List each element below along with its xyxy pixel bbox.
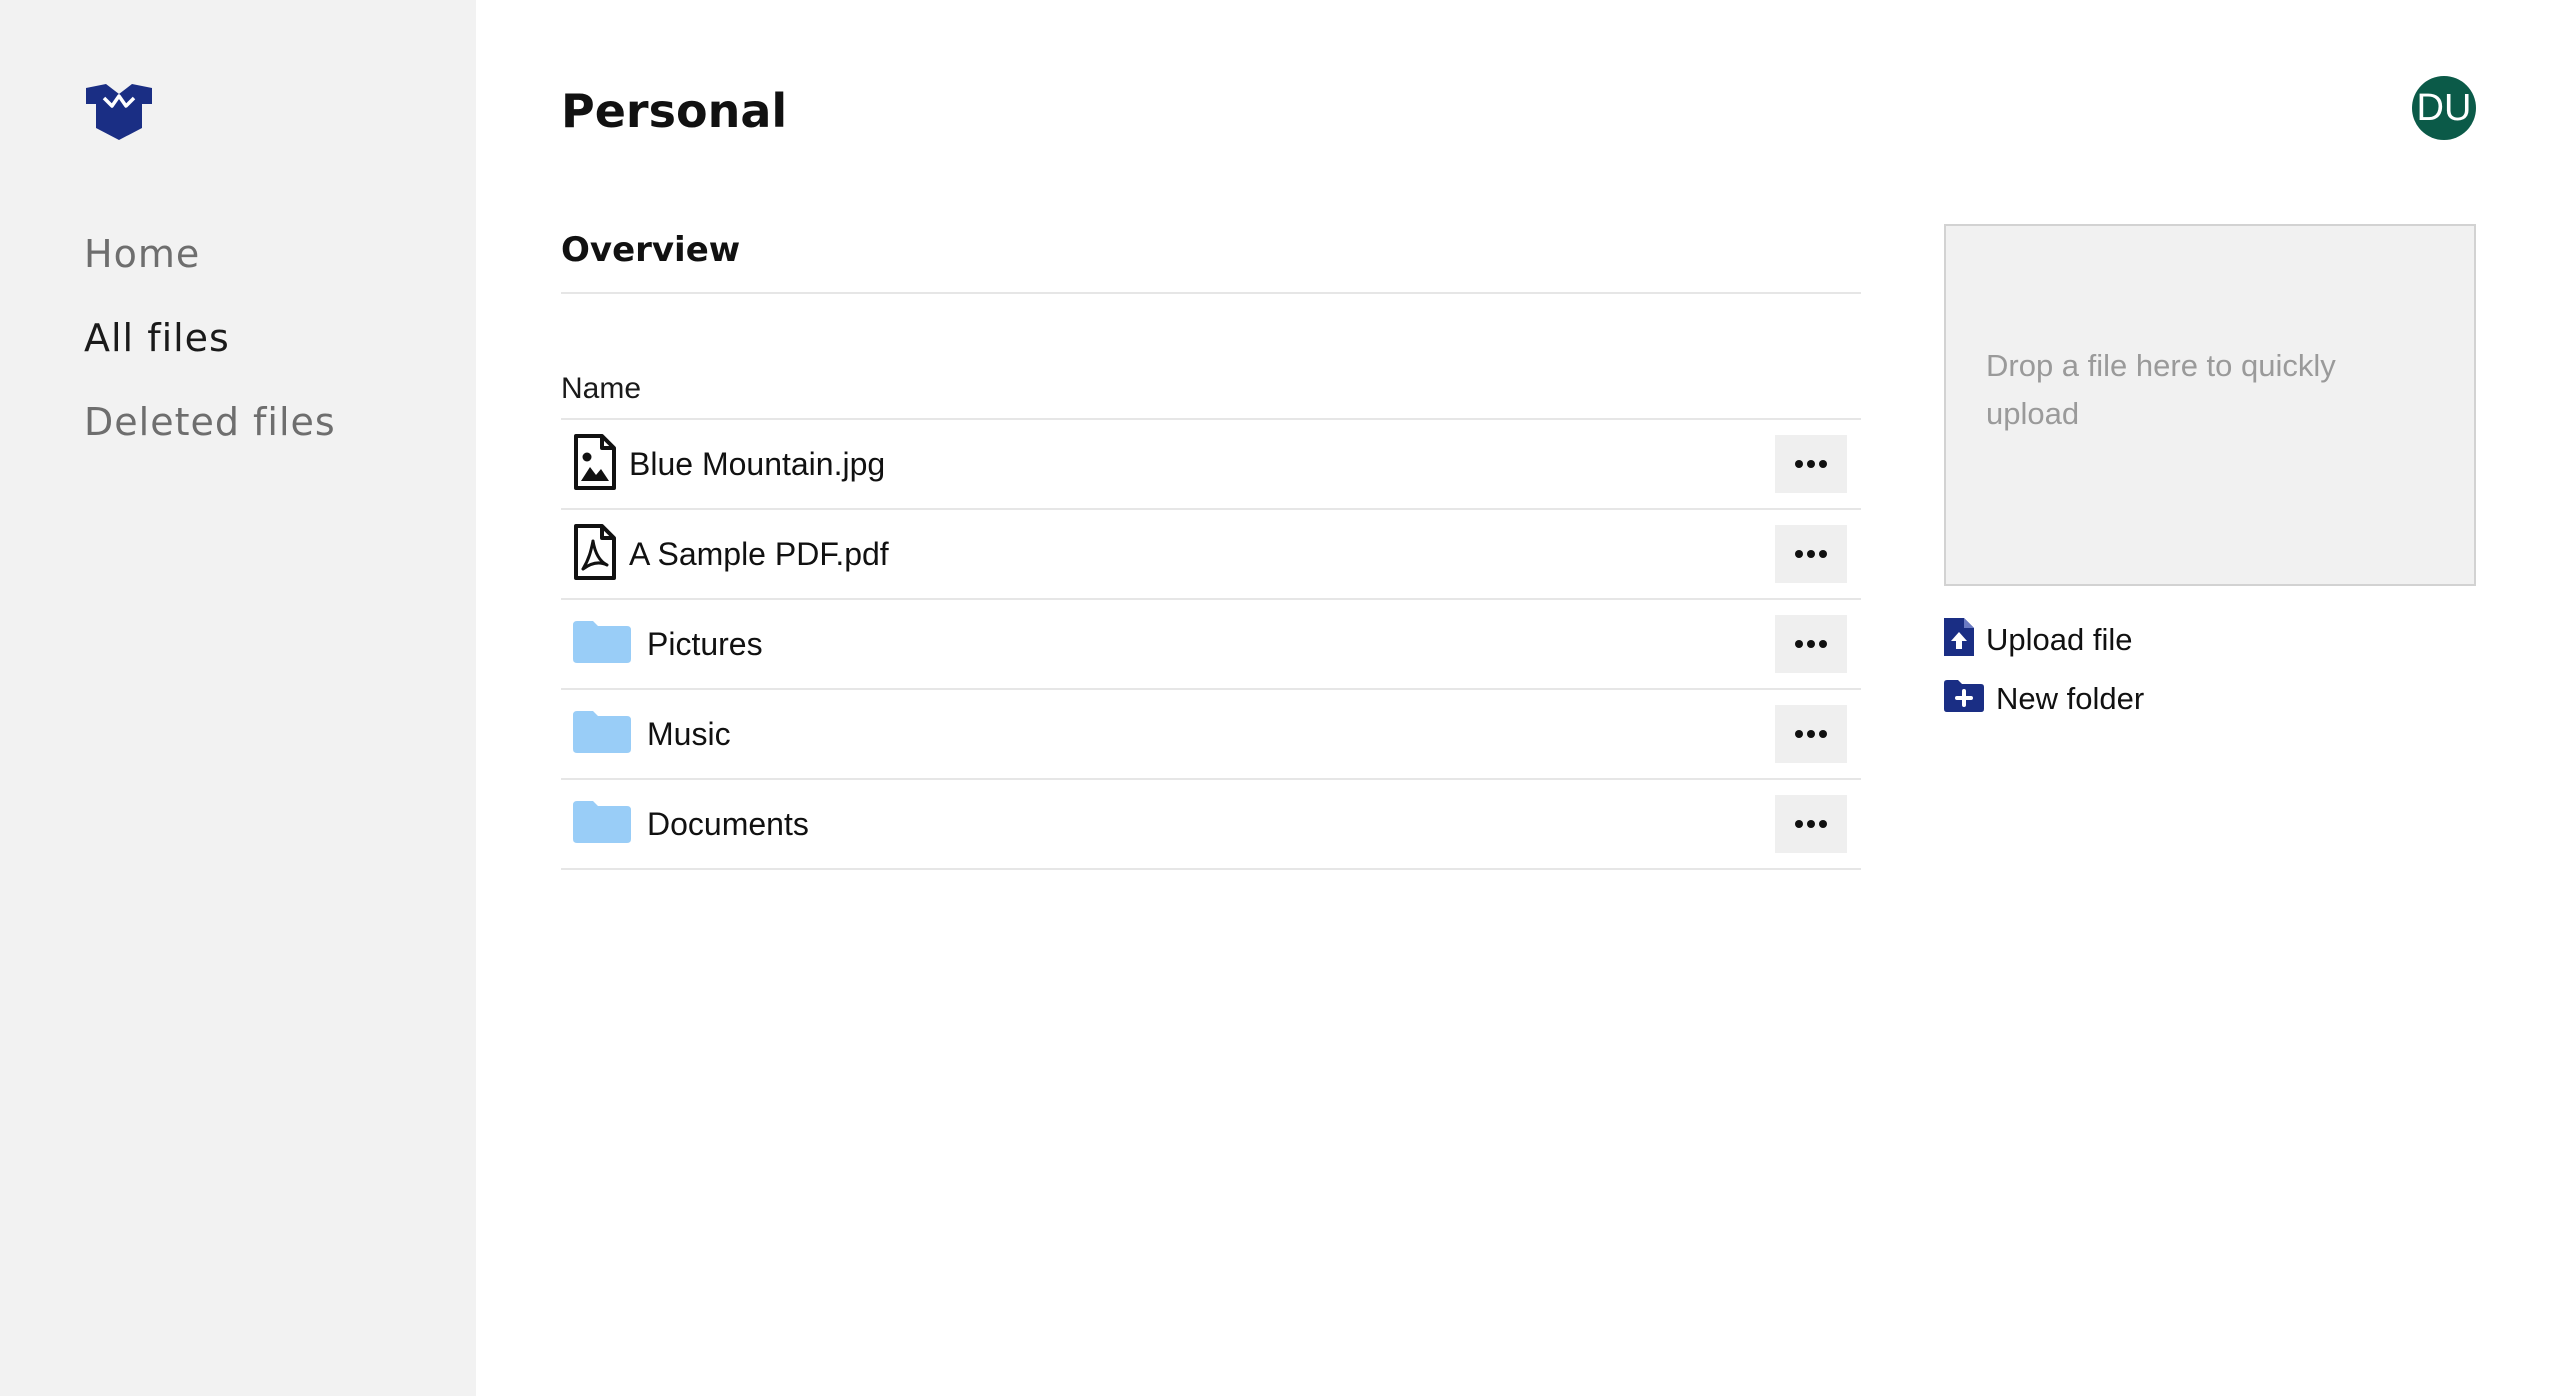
image-file-icon bbox=[561, 433, 617, 496]
row-menu-button[interactable] bbox=[1775, 705, 1847, 763]
file-upload-icon bbox=[1944, 618, 1974, 661]
row-menu-button[interactable] bbox=[1775, 615, 1847, 673]
file-name[interactable]: Blue Mountain.jpg bbox=[629, 446, 885, 483]
new-folder-label[interactable]: New folder bbox=[1996, 681, 2144, 717]
column-header-name[interactable]: Name bbox=[561, 374, 1861, 420]
table-row[interactable]: Documents bbox=[561, 780, 1861, 870]
sidebar-item-all-files[interactable]: All files bbox=[84, 312, 336, 396]
folder-name[interactable]: Music bbox=[647, 716, 731, 753]
upload-dropzone[interactable]: Drop a file here to quickly upload bbox=[1944, 224, 2476, 586]
table-row[interactable]: A Sample PDF.pdf bbox=[561, 510, 1861, 600]
sidebar-item-deleted-files[interactable]: Deleted files bbox=[84, 396, 336, 480]
folder-name[interactable]: Documents bbox=[647, 806, 809, 843]
more-horizontal-icon bbox=[1795, 550, 1827, 558]
avatar[interactable]: DU bbox=[2412, 76, 2476, 140]
folder-icon bbox=[561, 620, 631, 668]
folder-plus-icon bbox=[1944, 680, 1984, 717]
box-icon[interactable] bbox=[84, 84, 154, 140]
sidebar: Home All files Deleted files bbox=[0, 0, 476, 1396]
section-title: Overview bbox=[561, 228, 1861, 294]
main-area: Personal DU Overview Name Blue Mountain.… bbox=[476, 0, 2560, 1396]
table-row[interactable]: Music bbox=[561, 690, 1861, 780]
table-row[interactable]: Blue Mountain.jpg bbox=[561, 420, 1861, 510]
sidebar-item-home[interactable]: Home bbox=[84, 228, 336, 312]
folder-icon bbox=[561, 710, 631, 758]
table-row[interactable]: Pictures bbox=[561, 600, 1861, 690]
sidebar-nav: Home All files Deleted files bbox=[84, 228, 336, 480]
row-menu-button[interactable] bbox=[1775, 795, 1847, 853]
upload-file-label[interactable]: Upload file bbox=[1986, 622, 2132, 658]
more-horizontal-icon bbox=[1795, 820, 1827, 828]
page-title: Personal bbox=[561, 84, 788, 138]
pdf-file-icon bbox=[561, 523, 617, 586]
file-name[interactable]: A Sample PDF.pdf bbox=[629, 536, 889, 573]
more-horizontal-icon bbox=[1795, 460, 1827, 468]
folder-name[interactable]: Pictures bbox=[647, 626, 763, 663]
dropzone-text: Drop a file here to quickly upload bbox=[1986, 348, 2336, 431]
new-folder-button[interactable]: New folder bbox=[1944, 680, 2144, 717]
upload-file-button[interactable]: Upload file bbox=[1944, 618, 2132, 661]
folder-icon bbox=[561, 800, 631, 848]
more-horizontal-icon bbox=[1795, 730, 1827, 738]
row-menu-button[interactable] bbox=[1775, 525, 1847, 583]
more-horizontal-icon bbox=[1795, 640, 1827, 648]
file-list-section: Overview Name Blue Mountain.jpg A Sample… bbox=[561, 228, 1861, 870]
row-menu-button[interactable] bbox=[1775, 435, 1847, 493]
app-window: Home All files Deleted files Personal DU… bbox=[0, 0, 2560, 1396]
